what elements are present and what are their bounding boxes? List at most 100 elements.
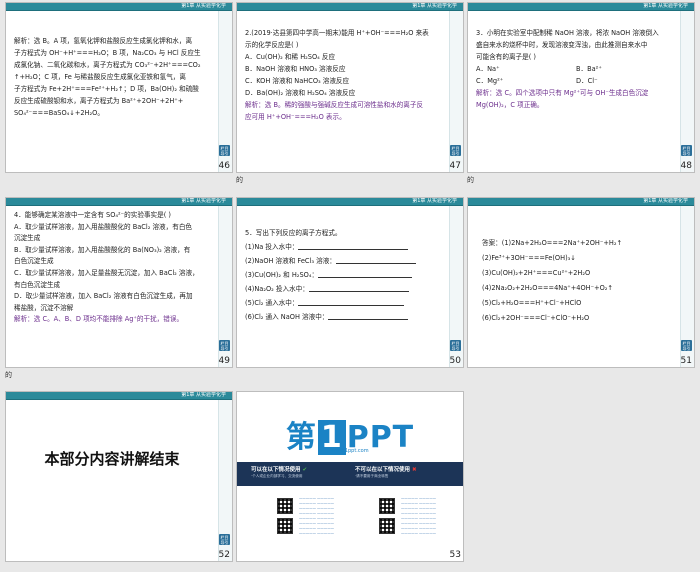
blank-item: (2)NaOH 溶液和 FeCl₃ 溶液： bbox=[245, 254, 445, 268]
nav-button[interactable]: 栏目导引 bbox=[219, 534, 230, 545]
chapter-label: 第1章 从实验学化学 bbox=[412, 3, 457, 9]
answer-line: (5)Cl₂+H₂O===H⁺+Cl⁻+HClO bbox=[482, 299, 582, 307]
qr-code-icon bbox=[379, 498, 395, 514]
item-label: (2)NaOH 溶液和 FeCl₃ 溶液： bbox=[245, 257, 336, 265]
text-line: 解析：选 B。A 项，氢氧化钾和盐酸反应生成氯化钾和水，离 bbox=[14, 37, 193, 45]
blank-item: (1)Na 投入水中： bbox=[245, 240, 445, 254]
text-line: ↑+H₂O；C 项，Fe 与稀盐酸反应生成氯化亚铁和氢气，离 bbox=[14, 73, 186, 81]
slide-header-bar: 第1章 从实验学化学 bbox=[468, 3, 694, 11]
slide-46[interactable]: 第1章 从实验学化学 解析：选 B。A 项，氢氧化钾和盐酸反应生成氯化钾和水，离… bbox=[5, 2, 233, 173]
blank-item: (4)Na₂O₂ 投入水中： bbox=[245, 282, 445, 296]
chapter-label: 第1章 从实验学化学 bbox=[181, 198, 226, 204]
slide-header-bar: 第1章 从实验学化学 bbox=[6, 198, 232, 206]
blank-item: (3)Cu(OH)₂ 和 H₂SO₄： bbox=[245, 268, 445, 282]
nav-button[interactable]: 栏目导引 bbox=[681, 340, 692, 351]
chapter-label: 第1章 从实验学化学 bbox=[643, 3, 688, 9]
can-use-note: ·个人或企业内部学习、交流使用 bbox=[251, 474, 303, 478]
option-line: 白色沉淀生成 bbox=[14, 257, 54, 266]
answer-line: (4)2Na₂O₂+2H₂O===4Na⁺+4OH⁻+O₂↑ bbox=[482, 284, 613, 292]
nav-button[interactable]: 栏目导引 bbox=[219, 145, 230, 156]
slide-header-bar: 第1章 从实验学化学 bbox=[237, 3, 463, 11]
option-line: B．取少量试样溶液，加入用盐酸酸化的 Ba(NO₃)₂ 溶液，有 bbox=[14, 245, 191, 254]
slide-header-bar: 第1章 从实验学化学 bbox=[6, 392, 232, 400]
question-line: 4．能够确定某溶液中一定含有 SO₄²⁻的实验事实是( ) bbox=[14, 211, 171, 219]
answer-line: 解析：选 C。A、B、D 项均不能排除 Ag⁺的干扰，错误。 bbox=[14, 315, 184, 324]
slide-52[interactable]: 第1章 从实验学化学 本部分内容讲解结束 栏目导引 52 bbox=[5, 391, 233, 562]
question-line: 盛自来水的烧杯中时，发现溶液变浑浊，由此推测自来水中 bbox=[476, 41, 648, 49]
answer-line: (2)Fe³⁺+3OH⁻===Fe(OH)₃↓ bbox=[482, 254, 576, 262]
page-number: 49 bbox=[218, 356, 230, 366]
slide-53[interactable]: 第 1 PPT www.1ppt.com 可以在以下情况使用 ✔ ·个人或企业内部学… bbox=[236, 391, 464, 562]
nav-button[interactable]: 栏目导引 bbox=[450, 145, 461, 156]
can-use-title: 可以在以下情况使用 ✔ bbox=[251, 467, 308, 473]
slide-text: 5．写出下列反应的离子方程式。 (1)Na 投入水中： (2)NaOH 溶液和 … bbox=[245, 226, 445, 324]
page-number: 51 bbox=[680, 356, 692, 366]
cannot-use-note: ·请不要用于商业转售 bbox=[355, 474, 389, 478]
nav-button[interactable]: 栏目导引 bbox=[681, 145, 692, 156]
question-line: 3．小明在实验室中配制稀 NaOH 溶液，将浓 NaOH 溶液倒入 bbox=[476, 29, 659, 37]
option-line: D．取少量试样溶液，加入 BaCl₂ 溶液有白色沉淀生成，再加 bbox=[14, 292, 193, 301]
slide-text: 4．能够确定某溶液中一定含有 SO₄²⁻的实验事实是( ) A．取少量试样溶液，… bbox=[14, 210, 214, 326]
page-number: 52 bbox=[218, 550, 230, 560]
thumbnail-mark: 的 bbox=[236, 176, 243, 184]
slide-header-bar: 第1章 从实验学化学 bbox=[6, 3, 232, 11]
slide-text: 答案：(1)2Na+2H₂O===2Na⁺+2OH⁻+H₂↑ (2)Fe³⁺+3… bbox=[482, 236, 676, 326]
slide-51[interactable]: 第1章 从实验学化学 答案：(1)2Na+2H₂O===2Na⁺+2OH⁻+H₂… bbox=[467, 197, 695, 368]
text-line: 子方程式为 OH⁻+H⁺===H₂O；B 项，Na₂CO₃ 与 HCl 反应生 bbox=[14, 49, 201, 57]
slide-header-bar: 第1章 从实验学化学 bbox=[237, 198, 463, 206]
text-line: SO₄²⁻===BaSO₄↓+2H₂O。 bbox=[14, 109, 104, 117]
item-label: (4)Na₂O₂ 投入水中： bbox=[245, 285, 309, 293]
text-line: 成氯化钠、二氧化碳和水，离子方程式为 CO₃²⁻+2H⁺===CO₂ bbox=[14, 61, 201, 69]
option-line: 稀盐酸，沉淀不溶解 bbox=[14, 303, 74, 312]
option-line: C．取少量试样溶液，加入足量盐酸无沉淀，加入 BaCl₂ 溶液， bbox=[14, 268, 199, 277]
question-line: 可能含有的离子是( ) bbox=[476, 53, 536, 61]
slide-text: 2.(2019·达县第四中学高一期末)能用 H⁺+OH⁻===H₂O 来表 示的… bbox=[245, 27, 445, 123]
page-number: 47 bbox=[449, 161, 461, 171]
thumbnail-mark: 的 bbox=[467, 176, 474, 184]
cannot-use-title: 不可以在以下情况使用 ✖ bbox=[355, 467, 417, 473]
page-number: 50 bbox=[449, 356, 461, 366]
can-use-column: 可以在以下情况使用 ✔ ·个人或企业内部学习、交流使用 bbox=[251, 465, 351, 479]
answer-blank[interactable] bbox=[298, 242, 409, 250]
question-line: 示的化学反应是( ) bbox=[245, 41, 299, 49]
usage-band: 可以在以下情况使用 ✔ ·个人或企业内部学习、交流使用 不可以在以下情况使用 ✖… bbox=[237, 462, 463, 486]
item-label: (1)Na 投入水中： bbox=[245, 243, 299, 251]
cannot-use-column: 不可以在以下情况使用 ✖ ·请不要用于商业转售 bbox=[355, 465, 455, 479]
option-c: C．KOH 溶液和 NaHCO₃ 溶液反应 bbox=[245, 77, 350, 85]
page-number: 48 bbox=[680, 161, 692, 171]
slide-49[interactable]: 第1章 从实验学化学 4．能够确定某溶液中一定含有 SO₄²⁻的实验事实是( )… bbox=[5, 197, 233, 368]
answer-blank[interactable] bbox=[308, 284, 409, 292]
option-line: A．取少量试样溶液，加入用盐酸酸化的 BaCl₂ 溶液，有白色 bbox=[14, 222, 193, 231]
link-list[interactable]: ————— ————— ————— ————— ————— ————— ————— —… bbox=[299, 496, 334, 536]
link-list[interactable]: ————— ————— ————— ————— ————— ————— ————— —… bbox=[401, 496, 436, 536]
answer-line: 解析：选 B。稀的强酸与强碱反应生成可溶性盐和水的离子反 bbox=[245, 101, 424, 109]
answer-line: 答案：(1)2Na+2H₂O===2Na⁺+2OH⁻+H₂↑ bbox=[482, 239, 623, 247]
nav-button[interactable]: 栏目导引 bbox=[450, 340, 461, 351]
qr-code-icon bbox=[379, 518, 395, 534]
qr-code-icon bbox=[277, 518, 293, 534]
blank-item: (6)Cl₂ 通入 NaOH 溶液中： bbox=[245, 310, 445, 324]
option-b: B．Ba²⁺ bbox=[576, 65, 602, 73]
chapter-label: 第1章 从实验学化学 bbox=[181, 3, 226, 9]
page-number: 53 bbox=[449, 550, 461, 560]
option-a: A．Na⁺ bbox=[476, 65, 500, 73]
text-line: 子方程式为 Fe+2H⁺===Fe²⁺+H₂↑；D 项，Ba(OH)₂ 和硫酸 bbox=[14, 85, 199, 93]
thumbnail-mark: 的 bbox=[5, 371, 12, 379]
chapter-label: 第1章 从实验学化学 bbox=[412, 198, 457, 204]
nav-button[interactable]: 栏目导引 bbox=[219, 340, 230, 351]
options-row: C．Mg²⁺ D．Cl⁻ bbox=[476, 75, 676, 87]
slide-text: 解析：选 B。A 项，氢氧化钾和盐酸反应生成氯化钾和水，离 子方程式为 OH⁻+… bbox=[14, 35, 214, 119]
option-c: C．Mg²⁺ bbox=[476, 77, 504, 85]
slide-header-bar: 第1章 从实验学化学 bbox=[468, 198, 694, 206]
slide-48[interactable]: 第1章 从实验学化学 3．小明在实验室中配制稀 NaOH 溶液，将浓 NaOH … bbox=[467, 2, 695, 173]
answer-blank[interactable] bbox=[328, 312, 409, 320]
question-title: 5．写出下列反应的离子方程式。 bbox=[245, 229, 342, 237]
answer-blank[interactable] bbox=[318, 270, 413, 278]
answer-blank[interactable] bbox=[335, 256, 416, 264]
item-label: (6)Cl₂ 通入 NaOH 溶液中： bbox=[245, 313, 329, 321]
chapter-label: 第1章 从实验学化学 bbox=[181, 392, 226, 398]
slide-47[interactable]: 第1章 从实验学化学 2.(2019·达县第四中学高一期末)能用 H⁺+OH⁻=… bbox=[236, 2, 464, 173]
answer-blank[interactable] bbox=[298, 298, 405, 306]
slide-50[interactable]: 第1章 从实验学化学 5．写出下列反应的离子方程式。 (1)Na 投入水中： (… bbox=[236, 197, 464, 368]
option-d: D．Cl⁻ bbox=[576, 77, 598, 85]
